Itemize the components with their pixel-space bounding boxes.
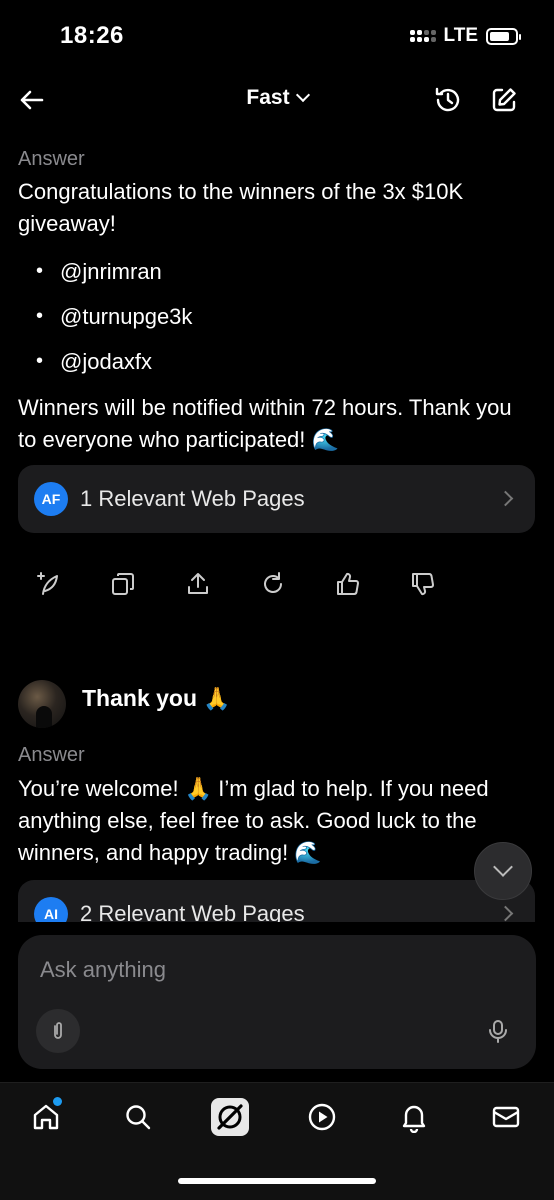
- list-item: @turnupge3k: [18, 294, 192, 339]
- tab-messages[interactable]: [486, 1097, 526, 1137]
- model-name: Fast: [246, 86, 290, 109]
- search-icon: [126, 1105, 151, 1130]
- web-pages-card[interactable]: AF 1 Relevant Web Pages: [18, 465, 535, 533]
- chevron-right-icon: [497, 905, 514, 922]
- battery-icon: [486, 27, 521, 45]
- new-chat-button[interactable]: [488, 84, 520, 116]
- source-badge: AF: [34, 482, 68, 516]
- status-icons: LTE: [409, 25, 521, 47]
- outro-text: Winners will be notified within 72 hours…: [18, 395, 512, 452]
- ask-input[interactable]: Ask anything: [40, 957, 166, 983]
- list-item: @jodaxfx: [18, 339, 192, 384]
- conversation[interactable]: Answer Congratulations to the winners of…: [0, 130, 554, 922]
- paperclip-icon: [54, 1022, 62, 1039]
- pray-emoji: 🙏: [184, 776, 213, 801]
- voice-button[interactable]: [480, 1013, 516, 1049]
- answer-intro: Congratulations to the winners of the 3x…: [18, 179, 464, 236]
- play-icon: [308, 1103, 336, 1131]
- compose-icon: [492, 88, 516, 112]
- tab-notifications[interactable]: [394, 1097, 434, 1137]
- copy-icon: [112, 573, 134, 595]
- user-message: Thank you 🙏: [82, 685, 231, 712]
- attach-button[interactable]: [36, 1009, 80, 1053]
- share-button[interactable]: [180, 566, 216, 602]
- web-pages-label: 2 Relevant Web Pages: [80, 901, 305, 922]
- grok-icon: [211, 1098, 249, 1136]
- history-icon: [435, 87, 460, 112]
- top-bar: Fast: [0, 70, 554, 130]
- status-bar: 18:26 LTE: [0, 0, 554, 70]
- thumbs-up-icon: [337, 572, 359, 595]
- notification-dot: [53, 1097, 62, 1106]
- notifications-icon: [402, 1105, 426, 1133]
- wave-emoji: 🌊: [311, 427, 339, 452]
- source-badge: AI: [34, 897, 68, 922]
- composer[interactable]: Ask anything: [18, 935, 536, 1069]
- retry-button[interactable]: [255, 566, 291, 602]
- answer-outro: Winners will be notified within 72 hours…: [18, 392, 523, 456]
- wave-emoji: 🌊: [294, 840, 322, 865]
- answer-actions: [30, 566, 441, 602]
- tab-grok[interactable]: [210, 1097, 250, 1137]
- chevron-down-icon: [295, 87, 310, 103]
- dislike-button[interactable]: [405, 566, 441, 602]
- share-icon: [188, 573, 208, 594]
- user-message-text: Thank you: [82, 685, 198, 711]
- pray-emoji: 🙏: [203, 686, 231, 711]
- home-indicator[interactable]: [178, 1178, 376, 1184]
- scroll-to-bottom-button[interactable]: [474, 842, 532, 900]
- regenerate-icon: [37, 572, 58, 595]
- thumbs-down-icon: [412, 573, 434, 596]
- answer-label: Answer: [18, 744, 85, 766]
- refresh-icon: [264, 572, 282, 593]
- answer-text: You’re welcome! 🙏 I’m glad to help. If y…: [18, 773, 523, 869]
- web-pages-label: 1 Relevant Web Pages: [80, 486, 305, 511]
- tab-search[interactable]: [118, 1097, 158, 1137]
- messages-icon: [492, 1106, 520, 1128]
- tab-home[interactable]: [26, 1097, 66, 1137]
- chevron-right-icon: [497, 490, 514, 507]
- status-time: 18:26: [60, 22, 124, 49]
- history-button[interactable]: [432, 84, 464, 116]
- microphone-icon: [489, 1020, 507, 1043]
- like-button[interactable]: [330, 566, 366, 602]
- tab-media[interactable]: [302, 1097, 342, 1137]
- signal-icon: [409, 30, 436, 42]
- winners-list: @jnrimran @turnupge3k @jodaxfx: [18, 249, 192, 384]
- answer-label: Answer: [18, 148, 85, 170]
- regenerate-button[interactable]: [30, 566, 66, 602]
- answer-text-part1: You’re welcome!: [18, 776, 179, 801]
- copy-button[interactable]: [105, 566, 141, 602]
- network-label: LTE: [443, 25, 478, 46]
- chevron-down-icon: [493, 857, 513, 877]
- model-selector[interactable]: Fast: [0, 86, 554, 110]
- list-item: @jnrimran: [18, 249, 192, 294]
- web-pages-card[interactable]: AI 2 Relevant Web Pages: [18, 880, 535, 922]
- avatar: [18, 680, 66, 728]
